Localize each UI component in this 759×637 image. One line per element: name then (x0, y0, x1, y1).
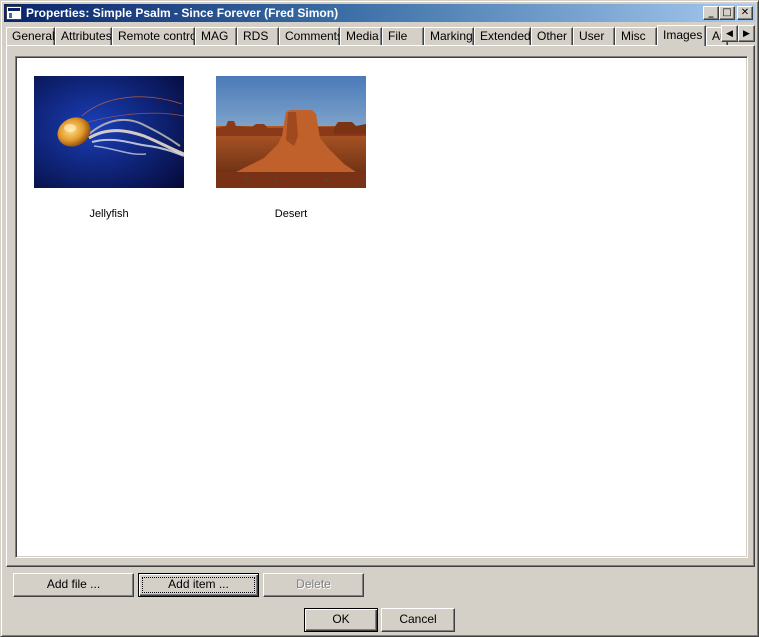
tab-other[interactable]: Other (531, 27, 573, 45)
desert-thumbnail[interactable] (216, 76, 366, 188)
add-item-button[interactable]: Add item ... (138, 573, 259, 597)
add-file-button[interactable]: Add file ... (13, 573, 134, 597)
tab-strip: General Attributes Remote control MAG RD… (6, 25, 756, 46)
tab-file[interactable]: File (382, 27, 424, 45)
tab-comments[interactable]: Comments (279, 27, 340, 45)
window-title: Properties: Simple Psalm - Since Forever… (26, 6, 339, 20)
tab-general[interactable]: General (6, 27, 55, 45)
tab-extended[interactable]: Extended (474, 27, 531, 45)
window-app-icon[interactable] (6, 6, 22, 20)
tab-scroll-left-icon[interactable]: ◀ (721, 25, 738, 42)
tab-scroll-right-icon[interactable]: ▶ (738, 25, 755, 42)
tab-user[interactable]: User (573, 27, 615, 45)
image-item-desert[interactable]: Desert (215, 76, 367, 220)
tab-remote-control[interactable]: Remote control (112, 27, 195, 45)
images-list-view[interactable]: Jellyfish Desert (15, 56, 748, 558)
minimize-button[interactable]: _ (703, 6, 719, 20)
tab-misc[interactable]: Misc (615, 27, 657, 45)
tab-marking[interactable]: Marking (424, 27, 474, 45)
tab-media[interactable]: Media (340, 27, 382, 45)
image-item-label: Jellyfish (89, 208, 129, 220)
tab-attributes[interactable]: Attributes (55, 27, 112, 45)
caption-buttons: _ □ ✕ (703, 6, 753, 20)
image-item-jellyfish[interactable]: Jellyfish (33, 76, 185, 220)
image-item-label: Desert (274, 208, 308, 220)
tab-mag[interactable]: MAG (195, 27, 237, 45)
tab-rds[interactable]: RDS (237, 27, 279, 45)
ok-button[interactable]: OK (304, 608, 378, 632)
delete-button[interactable]: Delete (263, 573, 364, 597)
cancel-button[interactable]: Cancel (381, 608, 455, 632)
tab-images[interactable]: Images (657, 25, 706, 46)
close-button[interactable]: ✕ (737, 6, 753, 20)
title-bar[interactable]: Properties: Simple Psalm - Since Forever… (4, 4, 755, 22)
images-tab-page: Jellyfish Desert (6, 45, 755, 567)
jellyfish-thumbnail[interactable] (34, 76, 184, 188)
tab-scroll-buttons: ◀ ▶ (721, 25, 755, 42)
properties-window: Properties: Simple Psalm - Since Forever… (0, 0, 759, 637)
maximize-button[interactable]: □ (719, 6, 735, 20)
